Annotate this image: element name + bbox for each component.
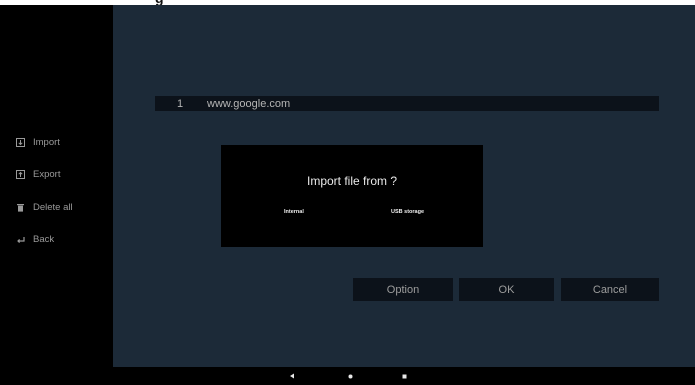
internal-option[interactable]: Internal bbox=[284, 209, 304, 215]
import-icon bbox=[16, 137, 25, 147]
export-icon bbox=[16, 169, 25, 179]
recents-square-icon[interactable] bbox=[396, 367, 412, 385]
sidebar-item-import[interactable]: Import bbox=[16, 134, 60, 150]
sidebar: Import Export Delete all Back bbox=[0, 5, 113, 367]
usb-storage-option[interactable]: USB storage bbox=[391, 209, 424, 215]
list-item[interactable]: 1 www.google.com bbox=[155, 96, 659, 111]
sidebar-item-label: Back bbox=[33, 233, 55, 245]
ok-button[interactable]: OK bbox=[459, 278, 554, 301]
row-index: 1 bbox=[177, 97, 184, 110]
sidebar-item-label: Import bbox=[33, 136, 60, 148]
sidebar-item-back[interactable]: Back bbox=[16, 231, 54, 247]
sidebar-item-label: Delete all bbox=[33, 201, 73, 213]
cancel-button[interactable]: Cancel bbox=[561, 278, 659, 301]
back-arrow-icon bbox=[16, 235, 25, 244]
trash-icon bbox=[16, 203, 25, 212]
system-nav-bar bbox=[0, 367, 695, 385]
row-url: www.google.com bbox=[207, 97, 291, 110]
import-dialog: Import file from ? Internal USB storage bbox=[221, 145, 483, 247]
dialog-title: Import file from ? bbox=[306, 174, 398, 188]
sidebar-item-delete-all[interactable]: Delete all bbox=[16, 199, 73, 215]
back-triangle-icon[interactable] bbox=[284, 367, 300, 385]
sidebar-item-export[interactable]: Export bbox=[16, 166, 60, 182]
sidebar-item-label: Export bbox=[33, 168, 61, 180]
option-button[interactable]: Option bbox=[353, 278, 453, 301]
home-dot-icon[interactable] bbox=[342, 367, 358, 385]
